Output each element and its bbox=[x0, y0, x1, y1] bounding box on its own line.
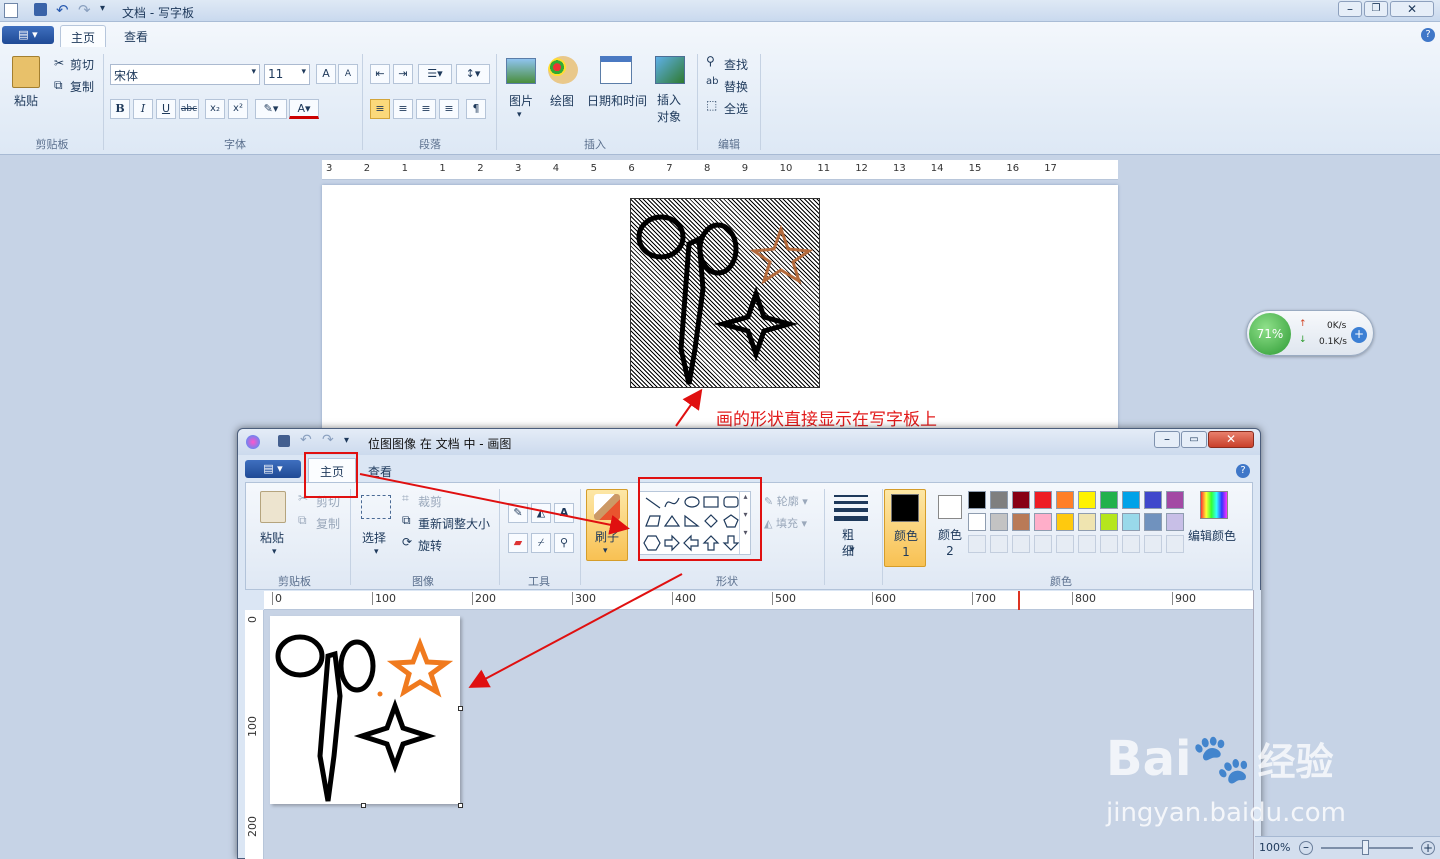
zoom-out-button[interactable]: – bbox=[1299, 841, 1313, 855]
watermark-jingyan: 经验 bbox=[1257, 740, 1334, 784]
status-bar: 100% – + bbox=[1255, 836, 1440, 859]
paw-icon: 🐾 bbox=[1191, 731, 1252, 787]
zoom-slider-thumb[interactable] bbox=[1362, 840, 1369, 855]
watermark-brand: Bai🐾 经验 bbox=[1106, 730, 1333, 787]
zoom-level: 100% bbox=[1259, 841, 1291, 854]
watermark-bai: Bai bbox=[1106, 731, 1192, 787]
zoom-in-button[interactable]: + bbox=[1421, 841, 1435, 855]
watermark-url: jingyan.baidu.com bbox=[1106, 798, 1346, 828]
